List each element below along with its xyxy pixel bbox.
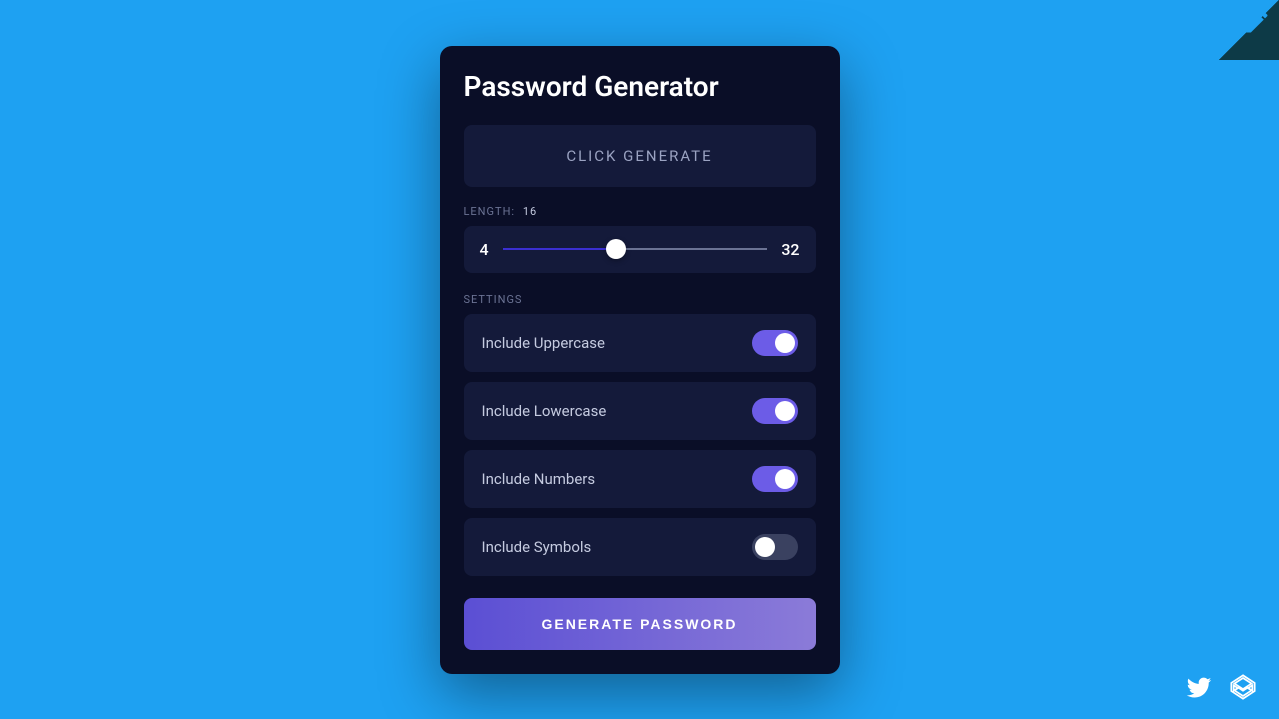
pen-icon (1243, 8, 1271, 36)
length-value: 16 (523, 205, 537, 218)
password-output[interactable]: CLICK GENERATE (464, 125, 816, 187)
setting-symbols: Include Symbols (464, 518, 816, 576)
toggle-symbols[interactable] (752, 534, 798, 560)
length-slider-box: 4 32 (464, 226, 816, 273)
setting-lowercase: Include Lowercase (464, 382, 816, 440)
settings-label: SETTINGS (464, 293, 816, 306)
page-title: Password Generator (464, 70, 816, 103)
slider-thumb[interactable] (606, 239, 626, 259)
toggle-lowercase[interactable] (752, 398, 798, 424)
setting-uppercase: Include Uppercase (464, 314, 816, 372)
corner-badge (1219, 0, 1279, 60)
length-label: LENGTH: 16 (464, 205, 816, 218)
footer-icons (1185, 673, 1257, 701)
generate-button[interactable]: GENERATE PASSWORD (464, 598, 816, 650)
setting-numbers: Include Numbers (464, 450, 816, 508)
length-slider[interactable] (503, 248, 768, 250)
twitter-icon[interactable] (1185, 673, 1213, 701)
toggle-numbers[interactable] (752, 466, 798, 492)
password-generator-card: Password Generator CLICK GENERATE LENGTH… (440, 46, 840, 674)
toggle-uppercase[interactable] (752, 330, 798, 356)
codepen-icon[interactable] (1229, 673, 1257, 701)
slider-max: 32 (781, 240, 799, 259)
slider-min: 4 (480, 240, 489, 259)
